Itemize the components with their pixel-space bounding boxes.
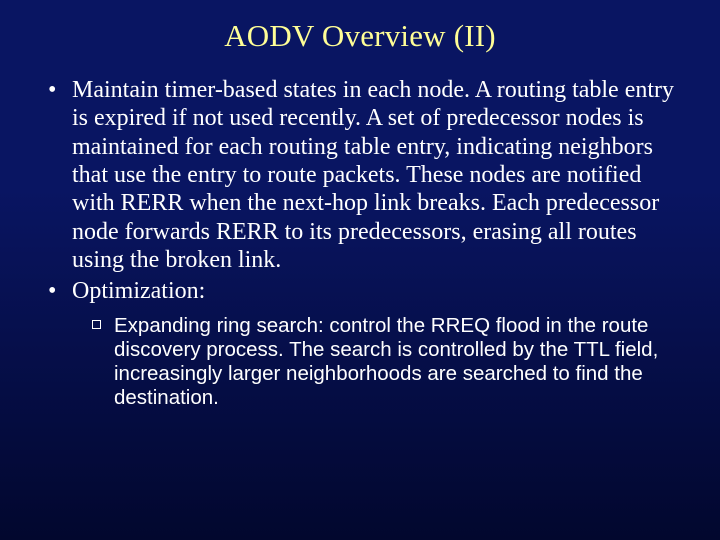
slide-title: AODV Overview (II): [42, 18, 678, 54]
bullet-text: Optimization:: [72, 278, 205, 304]
list-item: Expanding ring search: control the RREQ …: [114, 314, 678, 411]
bullet-list-level1: Maintain timer-based states in each node…: [42, 76, 678, 410]
sub-bullet-text: Expanding ring search: control the RREQ …: [114, 314, 658, 410]
slide: AODV Overview (II) Maintain timer-based …: [0, 0, 720, 540]
list-item: Maintain timer-based states in each node…: [72, 76, 678, 274]
bullet-text: Maintain timer-based states in each node…: [72, 77, 674, 273]
bullet-list-level2: Expanding ring search: control the RREQ …: [72, 314, 678, 411]
list-item: Optimization: Expanding ring search: con…: [72, 277, 678, 410]
